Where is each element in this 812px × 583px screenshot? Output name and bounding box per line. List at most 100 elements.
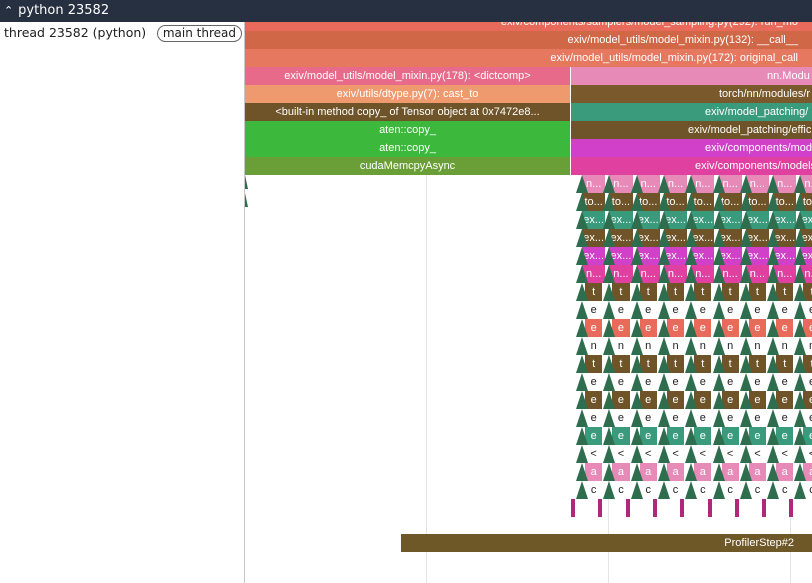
flame-marker-icon: [576, 481, 588, 499]
slice-components-models[interactable]: exiv/components/models: [571, 157, 812, 175]
flame-marker-icon: [657, 445, 670, 463]
flame-marker-icon: [630, 373, 643, 391]
slice-profiler-step[interactable]: ProfilerStep#2: [401, 534, 812, 552]
flame-marker-icon: [712, 481, 725, 499]
flame-marker-icon: [657, 301, 670, 319]
flame-marker-icon: [603, 265, 616, 283]
flame-marker-icon: [685, 463, 698, 481]
flame-marker-icon: [576, 391, 588, 409]
flame-marker-icon: [767, 229, 780, 247]
flame-marker-icon: [712, 463, 725, 481]
flame-marker-icon: [739, 319, 752, 337]
flame-marker-icon: [630, 301, 643, 319]
slice-torch-nn-modules[interactable]: torch/nn/modules/r: [571, 85, 812, 103]
flame-marker-icon: [630, 427, 643, 445]
slice-cast-to[interactable]: exiv/utils/dtype.py(7): cast_to: [245, 85, 570, 103]
flame-marker-icon: [739, 337, 752, 355]
flame-marker-icon: [739, 355, 752, 373]
slice-components-mod[interactable]: exiv/components/mod: [571, 139, 812, 157]
process-header[interactable]: ⌃ python 23582: [0, 0, 812, 22]
flame-marker-icon: [576, 319, 588, 337]
flame-marker-icon: [603, 481, 616, 499]
flame-marker-icon: [685, 175, 698, 193]
flame-marker-icon: [712, 445, 725, 463]
edge-marker-icon: [245, 175, 248, 189]
flame-marker-icon: [794, 211, 807, 229]
flame-marker-icon: [630, 247, 643, 265]
flame-marker-icon: [712, 265, 725, 283]
flame-marker-icon: [603, 427, 616, 445]
flame-marker-icon: [739, 445, 752, 463]
slice-model-sampling[interactable]: exiv/components/samplers/model_sampling.…: [245, 22, 812, 31]
slice-aten-copy-1[interactable]: aten::copy_: [245, 121, 570, 139]
slice-original-call[interactable]: exiv/model_utils/model_mixin.py(172): or…: [245, 49, 812, 67]
flame-marker-icon: [767, 391, 780, 409]
flame-marker-icon: [657, 337, 670, 355]
slice-model-patching[interactable]: exiv/model_patching/: [571, 103, 812, 121]
slice-aten-copy-2[interactable]: aten::copy_: [245, 139, 570, 157]
flame-marker-icon: [739, 301, 752, 319]
flame-marker-icon: [739, 427, 752, 445]
flame-marker-icon: [603, 319, 616, 337]
flame-marker-icon: [739, 229, 752, 247]
flame-marker-icon: [794, 373, 807, 391]
chevron-up-icon[interactable]: ⌃: [4, 0, 14, 22]
flame-marker-icon: [576, 211, 588, 229]
flame-marker-icon: [767, 319, 780, 337]
flame-marker-icon: [685, 355, 698, 373]
flame-marker-icon: [576, 301, 588, 319]
flame-marker-icon: [767, 373, 780, 391]
flame-marker-icon: [576, 373, 588, 391]
flame-marker-icon: [685, 373, 698, 391]
flame-marker-icon: [657, 247, 670, 265]
flame-marker-icon: [576, 229, 588, 247]
slice-model-patching-effic[interactable]: exiv/model_patching/effic: [571, 121, 812, 139]
flame-chart-track[interactable]: exiv/components/samplers/model_sampling.…: [245, 22, 812, 583]
flame-marker-icon: [794, 301, 807, 319]
flame-marker-icon: [712, 193, 725, 211]
flame-marker-icon: [630, 211, 643, 229]
flame-tick: [571, 499, 575, 517]
flame-marker-icon: [794, 229, 807, 247]
slice-model-mixin-call[interactable]: exiv/model_utils/model_mixin.py(132): __…: [245, 31, 812, 49]
flame-marker-icon: [603, 211, 616, 229]
flame-marker-icon: [712, 175, 725, 193]
flame-marker-icon: [767, 211, 780, 229]
flame-marker-icon: [603, 301, 616, 319]
flame-tick: [762, 499, 767, 517]
flame-marker-icon: [712, 391, 725, 409]
flame-marker-icon: [767, 301, 780, 319]
flame-marker-icon: [685, 391, 698, 409]
slice-nn-module[interactable]: nn.Modu: [571, 67, 812, 85]
flame-marker-icon: [712, 319, 725, 337]
flame-marker-icon: [712, 355, 725, 373]
slice-dictcomp[interactable]: exiv/model_utils/model_mixin.py(178): <d…: [245, 67, 570, 85]
thread-track-label[interactable]: thread 23582 (python) 2... main thread: [4, 24, 242, 42]
flame-marker-icon: [603, 337, 616, 355]
slice-tensor-copy-method[interactable]: <built-in method copy_ of Tensor object …: [245, 103, 570, 121]
flame-marker-icon: [576, 427, 588, 445]
flame-tick: [734, 499, 739, 517]
flame-marker-icon: [657, 409, 670, 427]
flame-marker-icon: [794, 265, 807, 283]
flame-marker-icon: [739, 265, 752, 283]
flame-marker-icon: [767, 409, 780, 427]
flame-tick: [625, 499, 630, 517]
flame-marker-icon: [739, 283, 752, 301]
flame-marker-icon: [794, 193, 807, 211]
flame-marker-icon: [739, 211, 752, 229]
flame-marker-icon: [712, 247, 725, 265]
flame-marker-icon: [576, 463, 588, 481]
flame-marker-icon: [603, 373, 616, 391]
flame-marker-icon: [603, 283, 616, 301]
flame-marker-icon: [712, 373, 725, 391]
flame-marker-icon: [794, 319, 807, 337]
flame-marker-icon: [657, 319, 670, 337]
flame-marker-icon: [685, 445, 698, 463]
flame-marker-icon: [603, 463, 616, 481]
flame-marker-icon: [576, 283, 588, 301]
flame-marker-icon: [657, 427, 670, 445]
slice-cuda-memcpy-async[interactable]: cudaMemcpyAsync: [245, 157, 570, 175]
flame-marker-icon: [739, 409, 752, 427]
flame-marker-icon: [767, 355, 780, 373]
